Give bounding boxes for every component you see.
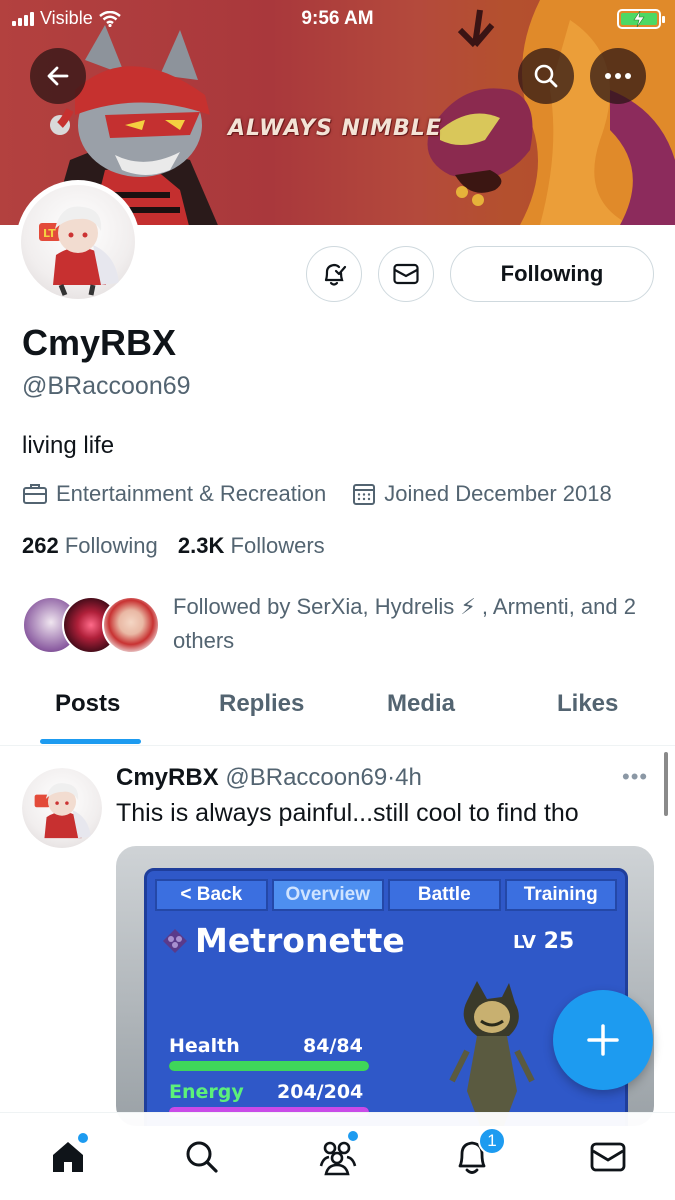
following-label: Following: [64, 533, 158, 558]
more-icon: [605, 73, 631, 79]
notification-badge: 1: [478, 1127, 506, 1155]
creature-name: Metronette: [195, 921, 405, 960]
profile-joined: Joined December 2018: [352, 481, 612, 507]
nav-home[interactable]: [46, 1133, 90, 1179]
stat-energy-label: Energy: [169, 1081, 244, 1103]
creature-sprite: [449, 981, 535, 1126]
nav-messages[interactable]: [586, 1135, 630, 1179]
profile-tabs: Posts Replies Media Likes: [0, 680, 675, 746]
briefcase-icon: [23, 484, 47, 504]
battery-icon: [617, 9, 665, 29]
level-value: 25: [543, 929, 575, 954]
avatar-art: [34, 783, 91, 839]
nav-communities[interactable]: [316, 1131, 360, 1179]
active-tab-indicator: [40, 739, 141, 744]
charging-bolt-icon: [633, 11, 645, 27]
game-tab-battle: Battle: [388, 879, 501, 911]
tab-posts[interactable]: Posts: [55, 690, 120, 718]
plus-icon: [587, 1024, 619, 1056]
level-label: LV: [513, 932, 536, 953]
joined-label: Joined December 2018: [384, 481, 612, 506]
post-author-name[interactable]: CmyRBX: [116, 764, 219, 791]
notify-bell-button[interactable]: [306, 246, 362, 302]
stat-energy-value: 204/204: [277, 1081, 364, 1103]
bottom-nav: 1: [0, 1112, 675, 1200]
game-tab-training: Training: [504, 879, 617, 911]
more-options-button[interactable]: [590, 48, 646, 104]
profile-category: Entertainment & Recreation: [22, 481, 326, 507]
stat-health-fill: [169, 1061, 369, 1071]
stat-health-value: 84/84: [303, 1035, 363, 1057]
communities-new-dot: [348, 1131, 358, 1141]
followed-by[interactable]: Followed by SerXia, Hydrelis ⚡ , Armenti…: [22, 590, 662, 660]
gem-icon: [163, 929, 187, 953]
post-separator: ·: [387, 764, 396, 791]
communities-icon: [319, 1141, 357, 1176]
back-arrow-icon: [47, 66, 69, 86]
game-tabs: < Back Overview Battle Training: [155, 879, 617, 911]
profile-bio: living life: [22, 432, 115, 459]
search-icon: [186, 1141, 218, 1173]
compose-button[interactable]: [553, 990, 653, 1090]
profile-meta: Entertainment & Recreation Joined Decemb…: [22, 481, 612, 507]
post-header: CmyRBX @BRaccoon69·4h: [116, 764, 422, 792]
followers-label: Followers: [230, 533, 325, 558]
category-label: Entertainment & Recreation: [56, 481, 327, 506]
scrollbar[interactable]: [664, 752, 668, 816]
follow-counts: 262 Following 2.3K Followers: [22, 533, 325, 559]
followed-by-avatars: [22, 596, 162, 656]
nav-search[interactable]: [180, 1135, 224, 1179]
following-button[interactable]: Following: [450, 246, 654, 302]
creature-level: LV 25: [513, 929, 574, 954]
tab-likes[interactable]: Likes: [557, 690, 618, 718]
followers-link[interactable]: 2.3K Followers: [178, 533, 325, 558]
followers-count: 2.3K: [177, 533, 225, 558]
message-button[interactable]: [378, 246, 434, 302]
post-author-avatar[interactable]: [22, 768, 102, 848]
following-count: 262: [22, 533, 59, 558]
tab-media[interactable]: Media: [387, 690, 455, 718]
user-handle: @BRaccoon69: [22, 372, 191, 400]
nav-notifications[interactable]: 1: [450, 1127, 506, 1179]
calendar-icon: [353, 484, 376, 505]
bell-check-icon: [324, 263, 347, 286]
home-new-dot: [78, 1133, 88, 1143]
back-button[interactable]: [30, 48, 86, 104]
post-author-handle[interactable]: @BRaccoon69: [225, 764, 387, 791]
follower-avatar: [102, 596, 160, 654]
envelope-icon: [393, 263, 419, 285]
home-icon: [53, 1142, 83, 1172]
game-screen: < Back Overview Battle Training Metronet…: [144, 868, 628, 1126]
post-media-image[interactable]: < Back Overview Battle Training Metronet…: [116, 846, 654, 1126]
tab-replies[interactable]: Replies: [219, 690, 304, 718]
following-link[interactable]: 262 Following: [22, 533, 158, 558]
avatar-art: LT: [39, 206, 119, 296]
followed-by-text: Followed by SerXia, Hydrelis ⚡ , Armenti…: [173, 594, 636, 653]
stat-health-label: Health: [169, 1035, 240, 1057]
post-more-button[interactable]: •••: [622, 764, 648, 790]
profile-avatar[interactable]: LT: [16, 180, 140, 304]
search-icon: [534, 64, 558, 88]
post-text: This is always painful...still cool to f…: [116, 799, 579, 827]
search-button[interactable]: [518, 48, 574, 104]
envelope-icon: [590, 1142, 626, 1172]
svg-text:LT: LT: [43, 227, 56, 240]
status-bar: Visible 9:56 AM: [0, 0, 675, 40]
stat-health-bar: [169, 1061, 369, 1071]
post-time[interactable]: 4h: [395, 764, 422, 791]
status-time: 9:56 AM: [301, 8, 374, 29]
display-name: CmyRBX: [22, 322, 177, 363]
game-tab-overview: Overview: [271, 879, 384, 911]
game-tab-back: < Back: [155, 879, 268, 911]
banner-motto: ALWAYS NIMBLE: [228, 116, 442, 141]
